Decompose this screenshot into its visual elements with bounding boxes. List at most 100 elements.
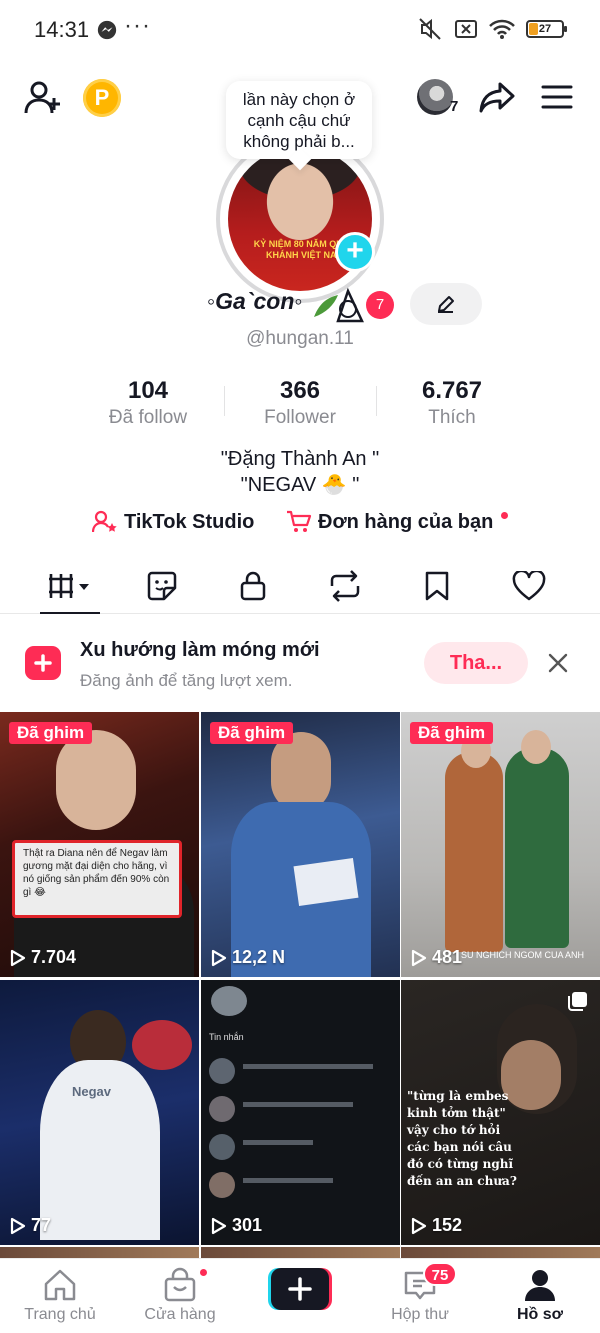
tab-liked[interactable]: [489, 558, 569, 614]
leaf-triangle-icon: [314, 287, 364, 323]
pinned-badge: Đã ghim: [9, 722, 93, 744]
display-name: ◦Ga`con◦: [207, 288, 303, 314]
add-story-button[interactable]: +: [335, 232, 375, 272]
nav-label: Hồ sơ: [516, 1306, 564, 1323]
share-icon[interactable]: [478, 80, 516, 114]
view-count: 481: [411, 947, 462, 968]
pinned-badge: Đã ghim: [210, 722, 294, 744]
inbox-badge: 75: [423, 1262, 457, 1286]
status-bar: 14:31 ··· 27: [0, 0, 600, 60]
tab-private[interactable]: [213, 558, 293, 614]
friends-avatar[interactable]: [417, 79, 453, 115]
play-icon: [211, 949, 227, 966]
active-tab-indicator: [40, 612, 100, 614]
video-thumbnail[interactable]: Thật ra Diana nên để Negav làm gương mặt…: [0, 712, 199, 977]
friends-count: 7: [450, 98, 459, 115]
link-label: TikTok Studio: [124, 510, 255, 533]
stats-row: 104 Đã follow 366 Follower 6.767 Thích: [72, 376, 528, 432]
view-count: 12,2 N: [211, 947, 285, 968]
orders-link[interactable]: Đơn hàng của bạn: [286, 510, 493, 534]
heart-icon: [512, 571, 546, 601]
add-friend-icon[interactable]: [24, 80, 62, 116]
tab-stickers[interactable]: [122, 558, 202, 614]
menu-icon[interactable]: [541, 84, 573, 110]
note-bubble[interactable]: lần này chọn ở cạnh cậu chứ không phải b…: [226, 81, 372, 159]
messenger-icon: [97, 20, 117, 40]
view-count: 77: [10, 1215, 51, 1236]
nav-home[interactable]: Trang chủ: [0, 1259, 120, 1333]
tab-favorites[interactable]: [397, 558, 477, 614]
lock-icon: [240, 571, 266, 601]
name-row: ◦Ga`con◦ 7: [0, 282, 600, 328]
video-grid: Thật ra Diana nên để Negav làm gương mặt…: [0, 712, 600, 1258]
bio: "Đặng Thành An " "NEGAV 🐣 ": [0, 446, 600, 498]
play-icon: [411, 949, 427, 966]
comment-overlay: Thật ra Diana nên để Negav làm gương mặt…: [12, 840, 182, 918]
nav-inbox[interactable]: Hộp thư: [360, 1259, 480, 1333]
status-time: 14:31: [34, 17, 90, 42]
nav-shop[interactable]: Cửa hàng: [120, 1259, 240, 1333]
tab-videos[interactable]: [30, 558, 110, 614]
name-badge: 7: [366, 291, 394, 319]
nav-profile[interactable]: Hồ sơ: [480, 1259, 600, 1333]
repost-icon: [330, 570, 360, 602]
video-thumbnail[interactable]: Tin nhắn 301: [201, 980, 400, 1245]
orders-notification-dot: [501, 512, 508, 519]
battery-icon: 27: [526, 20, 567, 38]
trend-promo-banner: Xu hướng làm móng mới Đăng ảnh để tăng l…: [0, 615, 600, 711]
chat-header: Tin nhắn: [209, 1032, 244, 1042]
bio-line: "NEGAV 🐣 ": [240, 474, 360, 496]
nav-label: Trang chủ: [24, 1306, 96, 1323]
promo-title: Xu hướng làm móng mới: [80, 639, 320, 661]
stat-label: Đã follow: [108, 407, 188, 428]
videos-grid-icon: [49, 574, 89, 598]
stat-value: 104: [127, 377, 169, 404]
view-count: 7.704: [10, 947, 76, 968]
close-icon[interactable]: [545, 650, 571, 676]
play-icon: [10, 1217, 26, 1234]
view-count-value: 481: [432, 947, 463, 967]
video-thumbnail[interactable]: SU NGHICH NGOM CUA ANH Đã ghim 481: [401, 712, 600, 977]
video-thumbnail[interactable]: Đã ghim 12,2 N: [201, 712, 400, 977]
stat-likes[interactable]: 6.767 Thích: [376, 376, 528, 432]
view-count: 152: [411, 1215, 462, 1236]
shop-bag-icon: [164, 1267, 196, 1302]
create-button[interactable]: [268, 1268, 332, 1310]
wifi-icon: [489, 19, 515, 39]
stat-value: 366: [279, 377, 321, 404]
view-count-value: 77: [31, 1215, 52, 1235]
status-more-dots: ···: [124, 12, 151, 39]
bottom-nav: Trang chủ Cửa hàng Hộp thư 75 Hồ sơ: [0, 1258, 600, 1333]
nav-label: Hộp thư: [391, 1306, 449, 1323]
tiktok-studio-link[interactable]: TikTok Studio: [92, 510, 254, 534]
view-count-value: 301: [232, 1215, 263, 1235]
username-handle: @hungan.11: [246, 328, 354, 349]
nav-label: Cửa hàng: [144, 1306, 216, 1323]
video-caption: "từng là embes kinh tởm thật" vậy cho tớ…: [407, 1089, 517, 1188]
shirt-text: Negav: [72, 1084, 112, 1099]
edit-profile-button[interactable]: [410, 283, 482, 325]
pinned-badge: Đã ghim: [410, 722, 494, 744]
home-icon: [44, 1269, 76, 1301]
sim-off-icon: [455, 20, 477, 38]
stat-following[interactable]: 104 Đã follow: [72, 376, 224, 432]
view-count: 301: [211, 1215, 262, 1236]
stat-value: 6.767: [421, 377, 483, 404]
bio-line: "Đặng Thành An ": [220, 448, 380, 470]
profile-icon: [525, 1270, 555, 1301]
stat-label: Thích: [428, 407, 476, 428]
video-thumbnail[interactable]: Negav 77: [0, 980, 199, 1245]
view-count-value: 7.704: [31, 947, 77, 967]
sticker-icon: [147, 571, 177, 601]
photo-mode-icon: [568, 992, 587, 1011]
stat-followers[interactable]: 366 Follower: [224, 376, 376, 432]
video-thumbnail[interactable]: "từng là embes kinh tởm thật" vậy cho tớ…: [401, 980, 600, 1245]
profile-links: TikTok Studio Đơn hàng của bạn: [0, 510, 600, 542]
studio-icon: [92, 510, 117, 533]
coin-icon[interactable]: P: [83, 79, 121, 117]
promo-subtitle: Đăng ảnh để tăng lượt xem.: [80, 671, 293, 690]
promo-action-button[interactable]: Tha...: [424, 642, 528, 684]
view-count-value: 152: [432, 1215, 463, 1235]
play-icon: [211, 1217, 227, 1234]
tab-reposts[interactable]: [305, 558, 385, 614]
